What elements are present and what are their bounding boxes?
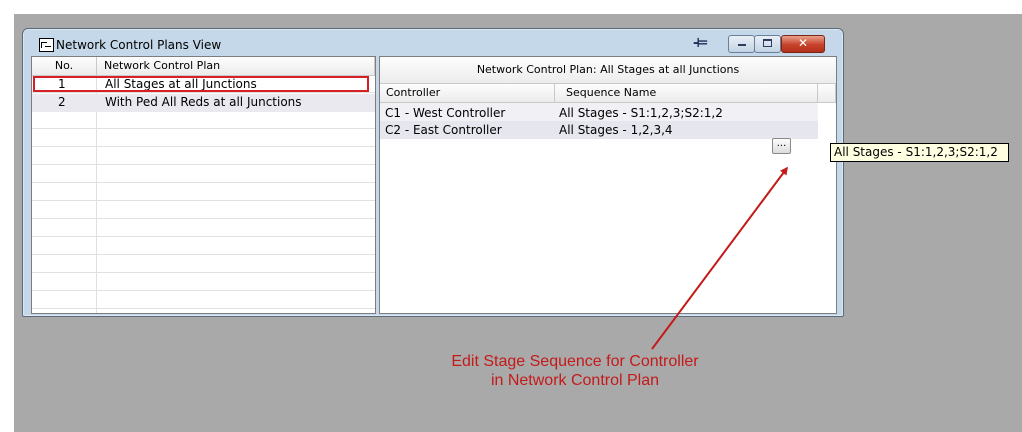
annotation-callout: Edit Stage Sequence for Controller in Ne… [451, 353, 699, 389]
arrow-line [651, 166, 788, 350]
